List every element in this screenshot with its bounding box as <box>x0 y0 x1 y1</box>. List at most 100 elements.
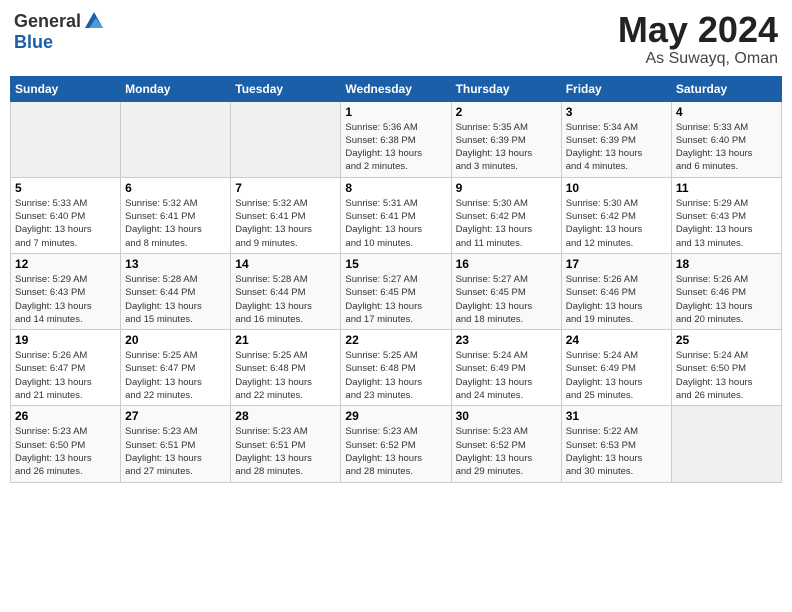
calendar-day-cell: 2 Sunrise: 5:35 AMSunset: 6:39 PMDaylight… <box>451 101 561 177</box>
calendar-day-cell: 7 Sunrise: 5:32 AMSunset: 6:41 PMDaylight… <box>231 177 341 253</box>
day-number: 20 <box>125 333 226 347</box>
weekday-header-friday: Friday <box>561 76 671 101</box>
logo-icon <box>83 10 105 32</box>
day-number: 16 <box>456 257 557 271</box>
day-info: Sunrise: 5:24 AMSunset: 6:49 PMDaylight:… <box>456 349 557 402</box>
day-info: Sunrise: 5:25 AMSunset: 6:47 PMDaylight:… <box>125 349 226 402</box>
weekday-header-thursday: Thursday <box>451 76 561 101</box>
calendar-day-cell <box>231 101 341 177</box>
weekday-header-sunday: Sunday <box>11 76 121 101</box>
day-number: 25 <box>676 333 777 347</box>
day-info: Sunrise: 5:27 AMSunset: 6:45 PMDaylight:… <box>456 273 557 326</box>
day-info: Sunrise: 5:33 AMSunset: 6:40 PMDaylight:… <box>15 197 116 250</box>
day-info: Sunrise: 5:32 AMSunset: 6:41 PMDaylight:… <box>235 197 336 250</box>
calendar-day-cell: 14Sunrise: 5:28 AMSunset: 6:44 PMDayligh… <box>231 253 341 329</box>
title-area: May 2024 As Suwayq, Oman <box>618 10 778 68</box>
calendar-day-cell: 8 Sunrise: 5:31 AMSunset: 6:41 PMDaylight… <box>341 177 451 253</box>
day-info: Sunrise: 5:24 AMSunset: 6:50 PMDaylight:… <box>676 349 777 402</box>
day-info: Sunrise: 5:24 AMSunset: 6:49 PMDaylight:… <box>566 349 667 402</box>
day-number: 11 <box>676 181 777 195</box>
calendar-day-cell: 24 Sunrise: 5:24 AMSunset: 6:49 PMDayligh… <box>561 330 671 406</box>
weekday-header-wednesday: Wednesday <box>341 76 451 101</box>
calendar-week-row: 19 Sunrise: 5:26 AMSunset: 6:47 PMDayligh… <box>11 330 782 406</box>
day-info: Sunrise: 5:23 AMSunset: 6:51 PMDaylight:… <box>235 425 336 478</box>
calendar-table: SundayMondayTuesdayWednesdayThursdayFrid… <box>10 76 782 483</box>
calendar-week-row: 1Sunrise: 5:36 AMSunset: 6:38 PMDaylight… <box>11 101 782 177</box>
day-number: 31 <box>566 409 667 423</box>
calendar-day-cell: 4 Sunrise: 5:33 AMSunset: 6:40 PMDaylight… <box>671 101 781 177</box>
day-number: 19 <box>15 333 116 347</box>
day-number: 5 <box>15 181 116 195</box>
day-number: 28 <box>235 409 336 423</box>
day-info: Sunrise: 5:26 AMSunset: 6:47 PMDaylight:… <box>15 349 116 402</box>
calendar-day-cell <box>671 406 781 482</box>
calendar-day-cell: 31Sunrise: 5:22 AMSunset: 6:53 PMDayligh… <box>561 406 671 482</box>
day-number: 15 <box>345 257 446 271</box>
weekday-header-tuesday: Tuesday <box>231 76 341 101</box>
calendar-day-cell: 12 Sunrise: 5:29 AMSunset: 6:43 PMDayligh… <box>11 253 121 329</box>
calendar-day-cell: 30 Sunrise: 5:23 AMSunset: 6:52 PMDayligh… <box>451 406 561 482</box>
day-info: Sunrise: 5:31 AMSunset: 6:41 PMDaylight:… <box>345 197 446 250</box>
day-number: 10 <box>566 181 667 195</box>
day-number: 1 <box>345 105 446 119</box>
day-number: 23 <box>456 333 557 347</box>
day-number: 9 <box>456 181 557 195</box>
calendar-day-cell: 22Sunrise: 5:25 AMSunset: 6:48 PMDayligh… <box>341 330 451 406</box>
calendar-day-cell: 15 Sunrise: 5:27 AMSunset: 6:45 PMDayligh… <box>341 253 451 329</box>
day-number: 26 <box>15 409 116 423</box>
weekday-header-saturday: Saturday <box>671 76 781 101</box>
day-info: Sunrise: 5:28 AMSunset: 6:44 PMDaylight:… <box>235 273 336 326</box>
calendar-day-cell: 18 Sunrise: 5:26 AMSunset: 6:46 PMDayligh… <box>671 253 781 329</box>
calendar-day-cell: 16 Sunrise: 5:27 AMSunset: 6:45 PMDayligh… <box>451 253 561 329</box>
day-info: Sunrise: 5:25 AMSunset: 6:48 PMDaylight:… <box>235 349 336 402</box>
day-number: 13 <box>125 257 226 271</box>
day-number: 4 <box>676 105 777 119</box>
day-number: 8 <box>345 181 446 195</box>
month-title: May 2024 <box>618 10 778 50</box>
day-info: Sunrise: 5:23 AMSunset: 6:52 PMDaylight:… <box>345 425 446 478</box>
calendar-week-row: 12 Sunrise: 5:29 AMSunset: 6:43 PMDayligh… <box>11 253 782 329</box>
day-info: Sunrise: 5:34 AMSunset: 6:39 PMDaylight:… <box>566 121 667 174</box>
day-info: Sunrise: 5:23 AMSunset: 6:51 PMDaylight:… <box>125 425 226 478</box>
weekday-header-row: SundayMondayTuesdayWednesdayThursdayFrid… <box>11 76 782 101</box>
calendar-day-cell: 25 Sunrise: 5:24 AMSunset: 6:50 PMDayligh… <box>671 330 781 406</box>
calendar-day-cell <box>121 101 231 177</box>
calendar-day-cell: 9Sunrise: 5:30 AMSunset: 6:42 PMDaylight… <box>451 177 561 253</box>
day-info: Sunrise: 5:35 AMSunset: 6:39 PMDaylight:… <box>456 121 557 174</box>
day-info: Sunrise: 5:23 AMSunset: 6:50 PMDaylight:… <box>15 425 116 478</box>
calendar-day-cell: 11 Sunrise: 5:29 AMSunset: 6:43 PMDayligh… <box>671 177 781 253</box>
day-info: Sunrise: 5:28 AMSunset: 6:44 PMDaylight:… <box>125 273 226 326</box>
calendar-week-row: 26 Sunrise: 5:23 AMSunset: 6:50 PMDayligh… <box>11 406 782 482</box>
logo-blue-text: Blue <box>14 32 53 53</box>
day-number: 27 <box>125 409 226 423</box>
calendar-week-row: 5 Sunrise: 5:33 AMSunset: 6:40 PMDaylight… <box>11 177 782 253</box>
calendar-day-cell: 29 Sunrise: 5:23 AMSunset: 6:52 PMDayligh… <box>341 406 451 482</box>
calendar-day-cell: 5 Sunrise: 5:33 AMSunset: 6:40 PMDaylight… <box>11 177 121 253</box>
calendar-day-cell: 13 Sunrise: 5:28 AMSunset: 6:44 PMDayligh… <box>121 253 231 329</box>
day-number: 29 <box>345 409 446 423</box>
day-info: Sunrise: 5:23 AMSunset: 6:52 PMDaylight:… <box>456 425 557 478</box>
calendar-day-cell: 1Sunrise: 5:36 AMSunset: 6:38 PMDaylight… <box>341 101 451 177</box>
day-info: Sunrise: 5:27 AMSunset: 6:45 PMDaylight:… <box>345 273 446 326</box>
day-number: 21 <box>235 333 336 347</box>
day-number: 2 <box>456 105 557 119</box>
weekday-header-monday: Monday <box>121 76 231 101</box>
day-number: 12 <box>15 257 116 271</box>
day-info: Sunrise: 5:29 AMSunset: 6:43 PMDaylight:… <box>15 273 116 326</box>
calendar-day-cell: 28 Sunrise: 5:23 AMSunset: 6:51 PMDayligh… <box>231 406 341 482</box>
day-number: 30 <box>456 409 557 423</box>
logo-general-text: General <box>14 11 81 32</box>
day-info: Sunrise: 5:26 AMSunset: 6:46 PMDaylight:… <box>676 273 777 326</box>
day-number: 24 <box>566 333 667 347</box>
location: As Suwayq, Oman <box>618 50 778 68</box>
day-number: 7 <box>235 181 336 195</box>
day-info: Sunrise: 5:25 AMSunset: 6:48 PMDaylight:… <box>345 349 446 402</box>
day-info: Sunrise: 5:29 AMSunset: 6:43 PMDaylight:… <box>676 197 777 250</box>
day-number: 18 <box>676 257 777 271</box>
day-number: 3 <box>566 105 667 119</box>
calendar-day-cell: 26 Sunrise: 5:23 AMSunset: 6:50 PMDayligh… <box>11 406 121 482</box>
day-info: Sunrise: 5:33 AMSunset: 6:40 PMDaylight:… <box>676 121 777 174</box>
calendar-day-cell: 20 Sunrise: 5:25 AMSunset: 6:47 PMDayligh… <box>121 330 231 406</box>
day-info: Sunrise: 5:32 AMSunset: 6:41 PMDaylight:… <box>125 197 226 250</box>
calendar-day-cell: 21 Sunrise: 5:25 AMSunset: 6:48 PMDayligh… <box>231 330 341 406</box>
